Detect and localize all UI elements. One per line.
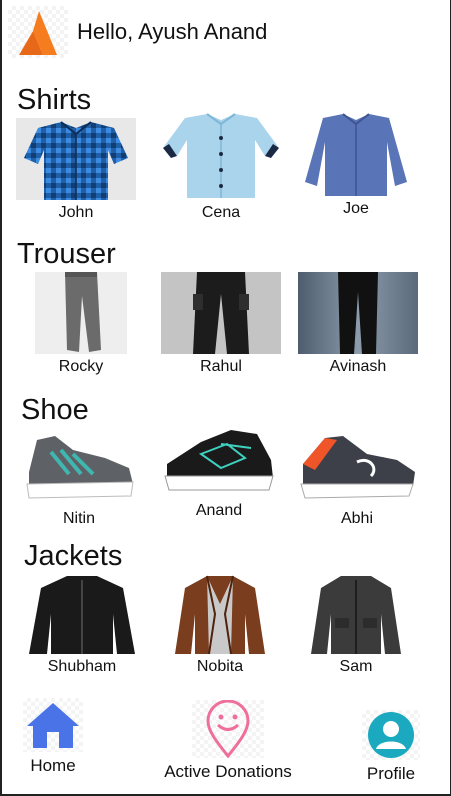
product-item-joe[interactable]: Joe	[301, 112, 411, 218]
product-label: Sam	[339, 658, 373, 675]
profile-icon	[362, 710, 420, 760]
product-label: Rahul	[200, 358, 242, 375]
sneaker-icon	[297, 430, 417, 506]
shirt-icon	[301, 112, 411, 196]
product-label: John	[58, 204, 94, 221]
home-icon	[23, 698, 83, 752]
trouser-icon	[298, 272, 418, 354]
nav-label-active-donations: Active Donations	[164, 762, 292, 781]
jacket-icon	[21, 574, 143, 654]
nav-label-profile: Profile	[366, 764, 416, 783]
nav-label-home: Home	[30, 756, 76, 775]
product-item-rahul[interactable]: Rahul	[161, 272, 281, 376]
trouser-icon	[35, 272, 127, 354]
product-label: Nitin	[62, 510, 95, 527]
section-title-trouser: Trouser	[17, 238, 116, 270]
shirt-icon	[16, 118, 136, 200]
product-item-nobita[interactable]: Nobita	[171, 574, 269, 676]
sneaker-icon	[161, 424, 277, 498]
product-item-sam[interactable]: Sam	[307, 574, 405, 676]
nav-active-donations[interactable]: Active Donations	[160, 700, 296, 782]
product-label: Abhi	[340, 510, 374, 527]
product-item-nitin[interactable]: Nitin	[21, 428, 137, 528]
product-item-avinash[interactable]: Avinash	[298, 272, 418, 376]
product-label: Rocky	[58, 358, 104, 375]
trouser-icon	[161, 272, 281, 354]
triangle-logo-icon[interactable]	[8, 6, 68, 58]
jacket-icon	[171, 574, 269, 654]
shirt-icon	[161, 112, 281, 200]
product-item-cena[interactable]: Cena	[161, 112, 281, 222]
section-title-shirts: Shirts	[17, 84, 92, 116]
product-item-rocky[interactable]: Rocky	[35, 272, 127, 376]
header: Hello, Ayush Anand	[8, 6, 267, 58]
product-label: Cena	[201, 204, 241, 221]
nav-profile[interactable]: Profile	[358, 710, 424, 784]
jacket-icon	[307, 574, 405, 654]
sneaker-icon	[21, 428, 137, 506]
product-item-shubham[interactable]: Shubham	[21, 574, 143, 676]
section-title-shoe: Shoe	[21, 394, 89, 426]
product-label: Joe	[343, 200, 369, 217]
product-item-john[interactable]: John	[16, 118, 136, 222]
product-item-anand[interactable]: Anand	[161, 424, 277, 520]
section-title-jackets: Jackets	[24, 540, 123, 572]
greeting-text: Hello, Ayush Anand	[77, 19, 268, 44]
product-label: Avinash	[329, 358, 387, 375]
bottom-navigation: Home Active Donations Profile	[0, 690, 451, 790]
location-smile-icon	[192, 700, 264, 758]
product-label: Nobita	[196, 658, 244, 675]
product-item-abhi[interactable]: Abhi	[297, 430, 417, 528]
product-label: Anand	[195, 502, 243, 519]
product-label: Shubham	[47, 658, 117, 675]
nav-home[interactable]: Home	[22, 698, 84, 776]
